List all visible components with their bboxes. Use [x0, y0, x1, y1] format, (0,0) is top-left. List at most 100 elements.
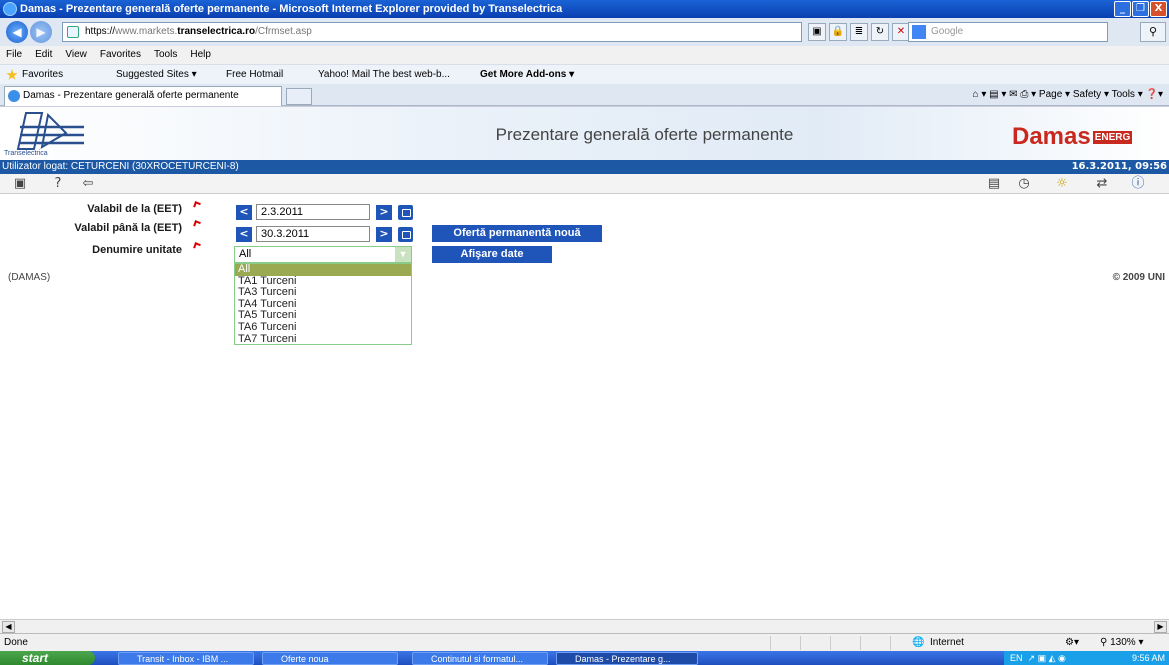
unit-select[interactable]: All ▼ — [234, 246, 412, 263]
valid-to-label: Valabil până la (EET) — [74, 222, 182, 234]
ie-icon — [3, 2, 17, 16]
logo-caption: Transelectrica — [4, 150, 48, 157]
feeds-icon[interactable]: ▤ ▾ — [989, 89, 1009, 100]
command-menus[interactable]: Page ▾ Safety ▾ Tools ▾ — [1039, 89, 1143, 100]
fav-get-more-addons[interactable]: Get More Add-ons ▾ — [480, 65, 574, 84]
status-bar: Done 🌐 Internet ⚙▾ ⚲ 130% ▾ — [0, 633, 1169, 651]
new-tab-button[interactable] — [286, 88, 312, 105]
page-header: Transelectrica Prezentare generală ofert… — [0, 106, 1169, 160]
menu-file[interactable]: File — [6, 46, 22, 64]
tray-icons[interactable]: ↗ ▣ ◭ ◉ — [1025, 653, 1066, 663]
forward-icon[interactable]: ▶ — [30, 21, 52, 43]
logged-user: Utilizator logat: CETURCENI (30XROCETURC… — [2, 161, 239, 172]
compat-view-icon[interactable]: ▣ — [808, 23, 826, 41]
start-button[interactable]: start — [0, 651, 95, 665]
tool-row: ▣ ? ⇦ ▤ ◷ ☼ ⇄ ⓘ — [0, 174, 1169, 194]
google-icon — [912, 25, 926, 39]
valid-to-calendar-icon[interactable] — [398, 227, 413, 242]
status-divider — [830, 636, 831, 650]
fav-free-hotmail[interactable]: Free Hotmail — [226, 65, 283, 84]
unit-option[interactable]: TA7 Turceni — [235, 333, 411, 346]
taskbar-item[interactable]: Damas - Prezentare g... — [556, 652, 698, 665]
mail-icon[interactable]: ✉ — [1009, 89, 1020, 100]
horizontal-scrollbar[interactable]: ◀ ▶ — [0, 619, 1169, 633]
back-arrow-icon[interactable]: ⇦ — [80, 176, 96, 192]
refresh-icon[interactable]: ↻ — [871, 23, 889, 41]
taskbar-item[interactable]: Transit - Inbox - IBM ... — [118, 652, 254, 665]
menu-help[interactable]: Help — [190, 46, 211, 64]
scroll-left-icon[interactable]: ◀ — [2, 621, 15, 633]
show-data-button[interactable]: Afişare date — [432, 246, 552, 263]
menu-favorites[interactable]: Favorites — [100, 46, 141, 64]
chevron-down-icon[interactable]: ▼ — [395, 247, 411, 262]
command-bar: ⌂ ▾ ▤ ▾ ✉ ⎙ ▾ Page ▾ Safety ▾ Tools ▾ ❓▾ — [973, 87, 1164, 103]
back-icon[interactable]: ◀ — [6, 21, 28, 43]
tab-label: Damas - Prezentare generală oferte perma… — [23, 90, 239, 101]
tab-damas[interactable]: Damas - Prezentare generală oferte perma… — [4, 86, 282, 106]
valid-from-calendar-icon[interactable] — [398, 205, 413, 220]
valid-from-next-button[interactable]: > — [376, 205, 392, 220]
zoom-level[interactable]: ⚲ 130% ▾ — [1100, 634, 1144, 651]
valid-from-prev-button[interactable]: < — [236, 205, 252, 220]
url-domain: transelectrica.ro — [177, 26, 256, 37]
valid-to-input[interactable]: 30.3.2011 — [256, 226, 370, 242]
lock-icon[interactable]: 🔒 — [829, 23, 847, 41]
search-input[interactable]: Google — [908, 22, 1108, 42]
current-datetime: 16.3.2011, 09:56 — [1071, 161, 1167, 172]
status-divider — [800, 636, 801, 650]
favorites-button[interactable]: Favorites — [22, 65, 63, 84]
scroll-right-icon[interactable]: ▶ — [1154, 621, 1167, 633]
help-icon[interactable]: ❓▾ — [1146, 89, 1163, 100]
unit-option[interactable]: All — [235, 263, 411, 276]
switch-icon[interactable]: ⇄ — [1094, 176, 1110, 192]
page-title: Prezentare generală oferte permanente — [495, 125, 794, 144]
window-title: Damas - Prezentare generală oferte perma… — [20, 3, 563, 15]
fav-yahoo-mail[interactable]: Yahoo! Mail The best web-b... — [318, 65, 450, 84]
menu-tools[interactable]: Tools — [154, 46, 177, 64]
language-indicator[interactable]: EN — [1010, 653, 1023, 663]
menu-view[interactable]: View — [65, 46, 87, 64]
status-divider — [770, 636, 771, 650]
minimize-button[interactable]: _ — [1114, 1, 1131, 17]
list-icon[interactable]: ▤ — [986, 176, 1002, 192]
address-row: ◀ ▶ https://www.markets.transelectrica.r… — [0, 18, 1169, 46]
menu-edit[interactable]: Edit — [35, 46, 52, 64]
valid-from-input[interactable]: 2.3.2011 — [256, 204, 370, 220]
brand-name: Damas — [1012, 123, 1091, 150]
feed-icon[interactable]: ≣ — [850, 23, 868, 41]
taskbar: start Transit - Inbox - IBM ... Oferte n… — [0, 651, 1169, 665]
status-divider — [860, 636, 861, 650]
page-icon — [67, 26, 79, 38]
search-icon[interactable]: ⚲ — [1140, 22, 1166, 42]
close-button[interactable]: X — [1150, 1, 1167, 17]
valid-to-next-button[interactable]: > — [376, 227, 392, 242]
damas-brand: Damas ENERG — [1012, 123, 1133, 151]
fav-suggested-sites[interactable]: Suggested Sites ▾ — [116, 65, 197, 84]
tab-row: Damas - Prezentare generală oferte perma… — [0, 84, 1169, 106]
unit-dropdown-list: All TA1 Turceni TA3 Turceni TA4 Turceni … — [234, 263, 412, 345]
menu-bar: File Edit View Favorites Tools Help — [0, 46, 1169, 64]
print-icon[interactable]: ⎙ ▾ — [1020, 89, 1039, 100]
home-icon[interactable]: ⌂ ▾ — [973, 89, 990, 100]
valid-to-prev-button[interactable]: < — [236, 227, 252, 242]
required-marker-icon — [193, 242, 201, 250]
footer-app-name: (DAMAS) — [8, 272, 51, 283]
unit-select-value: All — [239, 248, 252, 260]
clock-icon[interactable]: ◷ — [1016, 176, 1032, 192]
taskbar-item[interactable]: Continutul si formatul... — [412, 652, 548, 665]
address-bar[interactable]: https://www.markets.transelectrica.ro/Cf… — [62, 22, 802, 42]
taskbar-item[interactable]: Oferte noua — [262, 652, 398, 665]
system-tray: EN ↗ ▣ ◭ ◉ 9:56 AM — [1004, 651, 1169, 665]
zoom-value: 130% — [1110, 637, 1136, 648]
info-icon[interactable]: ⓘ — [1130, 176, 1146, 192]
help-tool-icon[interactable]: ? — [50, 176, 66, 192]
window-icon[interactable]: ▣ — [12, 176, 28, 192]
maximize-button[interactable]: ❐ — [1132, 1, 1149, 17]
protected-mode-icon[interactable]: ⚙▾ — [1065, 634, 1079, 651]
new-permanent-offer-button[interactable]: Ofertă permanentă nouă — [432, 225, 602, 242]
user-bar: Utilizator logat: CETURCENI (30XROCETURC… — [0, 160, 1169, 174]
unit-option[interactable]: TA6 Turceni — [235, 321, 411, 334]
status-divider — [890, 636, 891, 650]
clock: 9:56 AM — [1131, 653, 1165, 663]
new-icon[interactable]: ☼ — [1054, 176, 1070, 192]
